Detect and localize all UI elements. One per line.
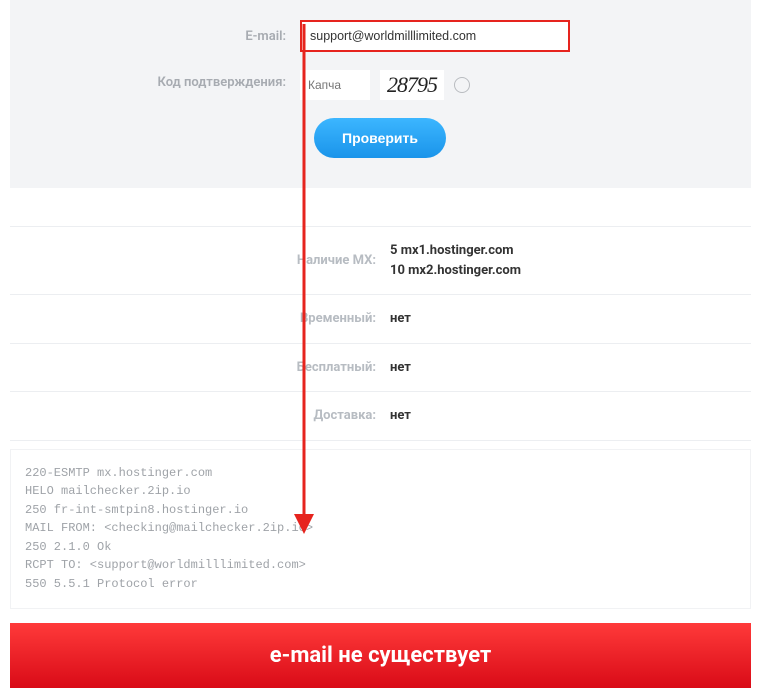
email-input[interactable] bbox=[300, 20, 570, 52]
captcha-image: 28795 bbox=[380, 70, 444, 100]
smtp-log: 220-ESMTP mx.hostinger.com HELO mailchec… bbox=[10, 449, 751, 609]
captcha-label: Код подтверждения: bbox=[30, 70, 300, 92]
email-label: E-mail: bbox=[30, 29, 300, 44]
delivery-value: нет bbox=[390, 406, 751, 426]
captcha-input[interactable] bbox=[300, 70, 370, 100]
result-alert: e-mail не существует bbox=[10, 623, 751, 688]
reload-icon[interactable] bbox=[454, 77, 470, 93]
mx-line: 5 mx1.hostinger.com bbox=[390, 241, 751, 261]
temp-label: Временный: bbox=[10, 311, 390, 326]
temp-value: нет bbox=[390, 309, 751, 329]
result-delivery: Доставка: нет bbox=[10, 392, 751, 440]
free-value: нет bbox=[390, 358, 751, 378]
email-row: E-mail: bbox=[30, 20, 731, 52]
mx-line: 10 mx2.hostinger.com bbox=[390, 261, 751, 281]
result-mx: Наличие MX: 5 mx1.hostinger.com 10 mx2.h… bbox=[10, 227, 751, 294]
result-temp: Временный: нет bbox=[10, 295, 751, 343]
mx-value: 5 mx1.hostinger.com 10 mx2.hostinger.com bbox=[390, 241, 751, 280]
check-form: E-mail: Код подтверждения: 28795 Провери… bbox=[10, 0, 751, 188]
free-label: Бесплатный: bbox=[10, 360, 390, 375]
delivery-label: Доставка: bbox=[10, 408, 390, 423]
result-free: Бесплатный: нет bbox=[10, 344, 751, 392]
submit-button[interactable]: Проверить bbox=[314, 118, 446, 158]
captcha-row: Код подтверждения: 28795 bbox=[30, 70, 731, 100]
mx-label: Наличие MX: bbox=[10, 253, 390, 268]
